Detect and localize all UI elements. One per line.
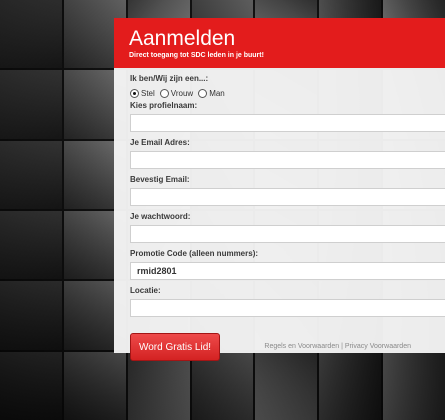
radio-vrouw[interactable] [159, 88, 169, 98]
radio-stel-label: Stel [141, 88, 155, 98]
radio-option-stel[interactable]: Stel [130, 88, 155, 98]
signup-form: Ik ben/Wij zijn een...: Stel Vrouw Man K… [114, 68, 445, 361]
promo-code-input[interactable]: rmid2801 [130, 262, 445, 280]
radio-man[interactable] [198, 88, 208, 98]
confirm-email-input[interactable] [130, 188, 445, 206]
radio-stel[interactable] [130, 88, 139, 98]
profile-name-input[interactable] [130, 114, 445, 132]
radio-vrouw-label: Vrouw [170, 88, 194, 98]
location-label: Locatie: [130, 286, 161, 295]
password-input[interactable] [130, 225, 445, 243]
identity-radio-group: Stel Vrouw Man [130, 86, 445, 100]
submit-button[interactable]: Word Gratis Lid! [130, 333, 220, 361]
email-label: Je Email Adres: [130, 138, 190, 147]
profile-name-label: Kies profielnaam: [130, 101, 198, 110]
radio-option-vrouw[interactable]: Vrouw [159, 88, 194, 98]
privacy-link[interactable]: Privacy Voorwaarden [345, 343, 411, 350]
password-label: Je wachtwoord: [130, 212, 191, 221]
signup-title: Aanmelden [129, 27, 236, 50]
location-input[interactable] [130, 299, 445, 317]
signup-subtitle: Direct toegang tot SDC leden in je buurt… [129, 52, 264, 59]
email-input[interactable] [130, 151, 445, 169]
signup-panel: Aanmelden Direct toegang tot SDC leden i… [114, 18, 445, 361]
footer-separator: | [341, 343, 343, 350]
confirm-email-label: Bevestig Email: [130, 175, 190, 184]
radio-option-man[interactable]: Man [198, 88, 225, 98]
footer-links: Regels en Voorwaarden | Privacy Voorwaar… [264, 343, 411, 350]
promo-code-label: Promotie Code (alleen nummers): [130, 249, 259, 258]
identity-label: Ik ben/Wij zijn een...: [130, 74, 209, 83]
signup-header: Aanmelden Direct toegang tot SDC leden i… [114, 18, 445, 68]
terms-link[interactable]: Regels en Voorwaarden [264, 343, 339, 350]
radio-man-label: Man [209, 88, 225, 98]
